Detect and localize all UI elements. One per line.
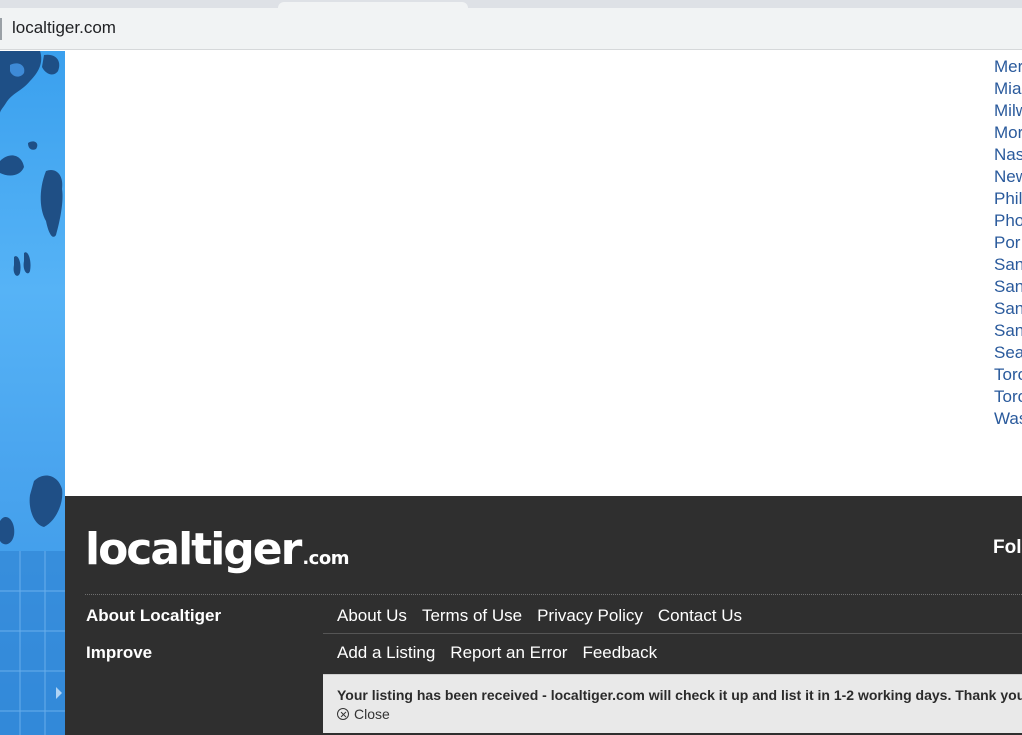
city-link[interactable]: San [994, 320, 1022, 342]
close-circle-icon [337, 708, 349, 720]
terms-of-use-link[interactable]: Terms of Use [422, 606, 522, 626]
city-link[interactable]: Sea [994, 342, 1022, 364]
footer-divider [85, 594, 1022, 595]
side-map-decoration [0, 51, 65, 735]
footer-row-label-about: About Localtiger [86, 606, 222, 625]
city-link[interactable]: Phil [994, 188, 1022, 210]
city-link[interactable]: Was [994, 408, 1022, 430]
notice-close-label: Close [354, 706, 390, 722]
address-bar-edge [0, 18, 2, 40]
localtiger-logo[interactable]: localtiger .com [85, 524, 349, 576]
world-map-graphic [0, 51, 65, 735]
city-link[interactable]: San [994, 276, 1022, 298]
footer-links-improve: Add a Listing Report an Error Feedback [337, 643, 657, 663]
privacy-policy-link[interactable]: Privacy Policy [537, 606, 643, 626]
city-link[interactable]: San [994, 254, 1022, 276]
footer-divider [323, 633, 1022, 634]
footer-links-about: About Us Terms of Use Privacy Policy Con… [337, 606, 742, 626]
browser-address-bar[interactable]: localtiger.com [0, 8, 1022, 50]
listing-received-notice: Your listing has been received - localti… [323, 674, 1022, 733]
main-content: Mer Mia Milw Mor Nas New Phil Pho Por San San San Sa… [65, 51, 1022, 496]
notice-message: Your listing has been received - localti… [337, 687, 1022, 703]
city-link[interactable]: Toro [994, 386, 1022, 408]
contact-us-link[interactable]: Contact Us [658, 606, 742, 626]
city-link[interactable]: Pho [994, 210, 1022, 232]
city-link[interactable]: Nas [994, 144, 1022, 166]
city-link[interactable]: Por [994, 232, 1022, 254]
report-an-error-link[interactable]: Report an Error [450, 643, 567, 663]
add-a-listing-link[interactable]: Add a Listing [337, 643, 435, 663]
city-link[interactable]: Mor [994, 122, 1022, 144]
logo-name: localtiger [85, 524, 302, 575]
footer-row-label-improve: Improve [86, 643, 153, 662]
feedback-link[interactable]: Feedback [582, 643, 657, 663]
city-link[interactable]: New [994, 166, 1022, 188]
follow-us-heading: Fol [993, 537, 1022, 558]
city-link[interactable]: Mia [994, 78, 1022, 100]
browser-tab-strip [0, 0, 1022, 8]
notice-close-button[interactable]: Close [337, 706, 390, 722]
city-link[interactable]: San [994, 298, 1022, 320]
city-link[interactable]: Toro [994, 364, 1022, 386]
about-us-link[interactable]: About Us [337, 606, 407, 626]
city-link[interactable]: Milw [994, 100, 1022, 122]
address-url[interactable]: localtiger.com [12, 18, 116, 38]
logo-tld: .com [302, 548, 349, 569]
city-list: Mer Mia Milw Mor Nas New Phil Pho Por San San San Sa… [994, 56, 1022, 430]
city-link[interactable]: Mer [994, 56, 1022, 78]
